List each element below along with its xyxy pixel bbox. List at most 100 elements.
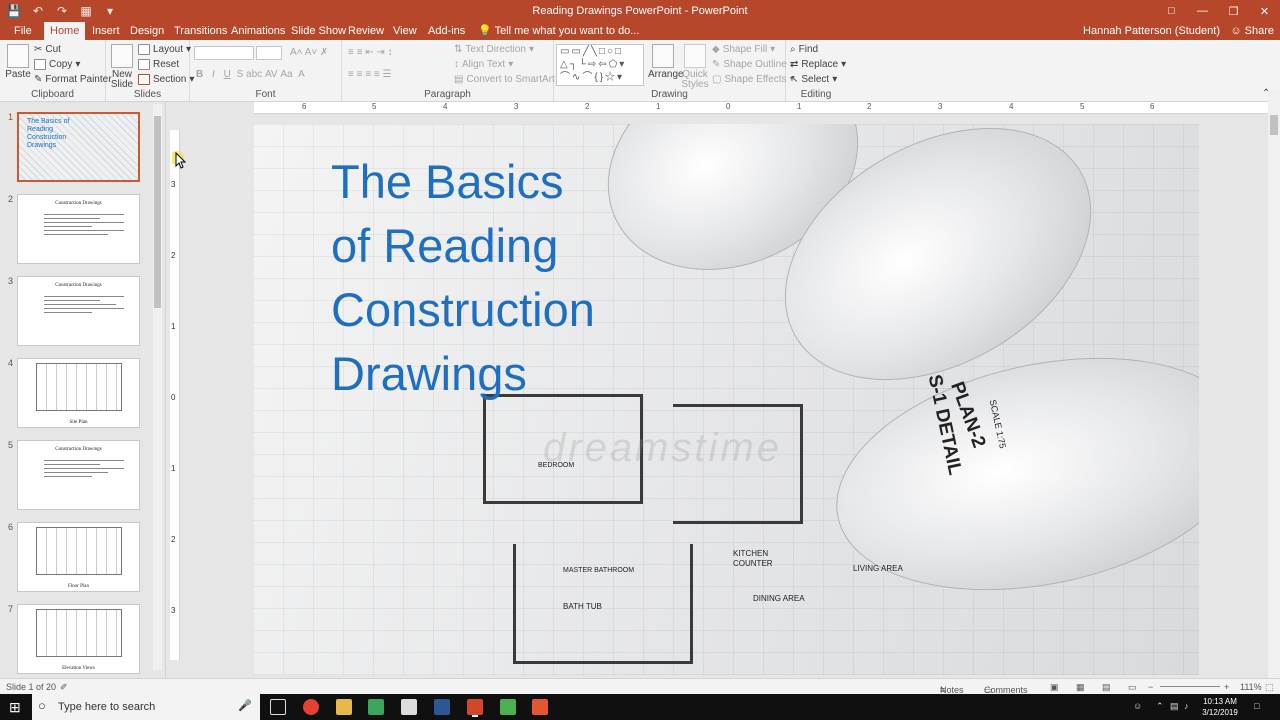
taskbar-clock[interactable]: 10:13 AM 3/12/2019 [1200,696,1240,718]
find-button[interactable]: ⌕ Find [790,44,818,55]
powerpoint-icon[interactable] [467,699,483,715]
quick-styles-button[interactable]: Quick Styles [680,44,710,90]
drawing-group: ▭▭╱╲□○□ △┐└⇨⇦⬠▾ ⌒∿⌒{}☆▾ Arrange Quick Styl… [554,40,795,102]
convert-smartart-button[interactable]: ▤Convert to SmartArt ▾ [454,74,563,85]
slide-thumbnail-7[interactable]: Elevation Views [17,604,140,674]
tab-file[interactable]: File [8,22,38,40]
share-button[interactable]: ☺ Share [1230,25,1274,37]
close-button[interactable]: ✕ [1249,0,1280,22]
slide-thumbnail-2[interactable]: Construction Drawings [17,194,140,264]
spell-check-icon[interactable]: ✐ [60,682,68,693]
windows-start-icon[interactable]: ⊞ [9,699,21,716]
restore-button[interactable]: ❐ [1218,0,1249,22]
ruler-mark: 3 [171,606,176,615]
ruler-mark: 3 [171,180,176,189]
zoom-level[interactable]: 111% [1240,682,1262,692]
slide-thumbnail-1[interactable]: The Basics of Reading Construction Drawi… [17,112,140,182]
reading-view-icon[interactable]: ▤ [1102,682,1111,693]
mail-icon[interactable] [401,699,417,715]
format-painter-button[interactable]: ✎ Format Painter [34,74,112,85]
ruler-mark: 5 [1080,102,1085,111]
tab-insert[interactable]: Insert [86,22,126,40]
slide-title[interactable]: The Basics of Reading Construction Drawi… [331,150,691,406]
tab-animations[interactable]: Animations [225,22,291,40]
ribbon-display-options-icon[interactable]: □ [1156,0,1187,22]
current-slide[interactable]: The Basics of Reading Construction Drawi… [253,124,1199,675]
zoom-in-icon[interactable]: + [1224,682,1229,692]
tab-add-ins[interactable]: Add-ins [422,22,471,40]
photo-label: BATH TUB [563,602,602,611]
tell-me-search[interactable]: 💡 Tell me what you want to do... [472,22,645,40]
font-grow-shrink[interactable]: A˄ A˅ ✗ [290,47,328,58]
word-icon[interactable] [434,699,450,715]
tab-transitions[interactable]: Transitions [168,22,233,40]
slide-thumbnail-3[interactable]: Construction Drawings [17,276,140,346]
layout-button[interactable]: Layout ▾ [138,44,191,55]
slide-thumbnail-5[interactable]: Construction Drawings [17,440,140,510]
ruler-mark: 6 [302,102,307,111]
thumbnail-scrollbar[interactable] [153,104,162,670]
taskbar-search-box[interactable]: ○ Type here to search 🎤 [32,694,260,720]
layout-icon [138,44,150,55]
align-buttons[interactable]: ≡ ≡ ≡ ≡ ☰ [348,69,391,80]
fit-slide-icon[interactable]: ⬚ [1265,682,1274,693]
scrollbar-thumb[interactable] [154,116,161,308]
text-direction-button[interactable]: ⇅ Text Direction ▾ [454,44,534,55]
zoom-out-icon[interactable]: − [1148,682,1153,692]
minimize-button[interactable]: — [1187,0,1218,22]
shape-outline-button[interactable]: ✎ Shape Outline ▾ [712,59,795,70]
vertical-ruler: 3 2 1 0 1 2 3 [170,130,180,660]
list-buttons[interactable]: ≡ ≡ ⇤ ⇥ ↕ [348,47,393,58]
tab-home[interactable]: Home [44,22,86,40]
slideshow-view-icon[interactable]: ▭ [1128,682,1137,693]
slide-thumbnail-4[interactable]: Site Plan [17,358,140,428]
font-format-buttons[interactable]: B I U S abc AV Aa A [196,69,305,80]
store-icon[interactable] [368,699,384,715]
volume-icon[interactable]: ♪ [1184,701,1189,711]
arrange-button[interactable]: Arrange [648,44,684,80]
normal-view-icon[interactable]: ▣ [1050,682,1059,693]
network-icon[interactable]: ▤ [1170,701,1179,712]
font-size-box[interactable] [256,46,282,60]
microphone-icon[interactable]: 🎤 [238,699,252,712]
select-button[interactable]: ↖ Select ▾ [790,74,837,85]
ribbon-tabs: File Home Insert Design Transitions Anim… [0,22,1280,40]
thumb-text-lines [44,457,124,480]
copy-button[interactable]: Copy ▾ [34,59,80,70]
task-view-icon[interactable] [270,699,286,715]
shape-fill-button[interactable]: ◆ Shape Fill ▾ [712,44,775,55]
paste-button[interactable]: Paste [4,44,32,80]
recorder-icon[interactable] [532,699,548,715]
camtasia-icon[interactable] [500,699,516,715]
new-slide-button[interactable]: New Slide [110,44,134,90]
thumb-number: 3 [8,276,14,286]
section-button[interactable]: Section ▾ [138,74,194,85]
horizontal-ruler: 6 5 4 3 2 1 0 1 2 3 4 5 6 [254,102,1268,114]
cut-button[interactable]: ✂ Cut [34,44,61,55]
tab-review[interactable]: Review [342,22,390,40]
reset-button[interactable]: Reset [138,59,179,70]
slide-sorter-icon[interactable]: ▦ [1076,682,1085,693]
font-name-box[interactable] [194,46,254,60]
tab-view[interactable]: View [387,22,423,40]
user-account[interactable]: Hannah Patterson (Student) [1083,25,1220,37]
scrollbar-thumb[interactable] [1270,115,1278,135]
people-icon[interactable]: ☺ [1133,701,1142,711]
align-text-button[interactable]: ↕ Align Text ▾ [454,59,513,70]
vertical-scrollbar[interactable] [1268,90,1280,678]
title-bar: 💾 ↶ ↷ ▦ ▾ Reading Drawings PowerPoint - … [0,0,1280,22]
shape-effects-button[interactable]: ▢ Shape Effects ▾ [712,74,795,85]
chrome-icon[interactable] [303,699,319,715]
ribbon: Paste ✂ Cut Copy ▾ ✎ Format Painter Clipbo… [0,40,1280,102]
tray-chevron-icon[interactable]: ⌃ [1156,701,1164,712]
replace-button[interactable]: ⇄ Replace ▾ [790,59,846,70]
shapes-gallery[interactable]: ▭▭╱╲□○□ △┐└⇨⇦⬠▾ ⌒∿⌒{}☆▾ [556,44,644,86]
tab-design[interactable]: Design [124,22,170,40]
align-text-icon: ↕ [454,59,459,70]
zoom-slider[interactable] [1160,686,1220,687]
slide-thumbnail-6[interactable]: Floor Plan [17,522,140,592]
ruler-mark: 5 [372,102,377,111]
status-bar: Slide 1 of 20 ✐ ≡ Notes ▭ Comments ▣ ▦ ▤… [0,678,1280,695]
notifications-icon[interactable]: □ [1254,701,1259,711]
file-explorer-icon[interactable] [336,699,352,715]
